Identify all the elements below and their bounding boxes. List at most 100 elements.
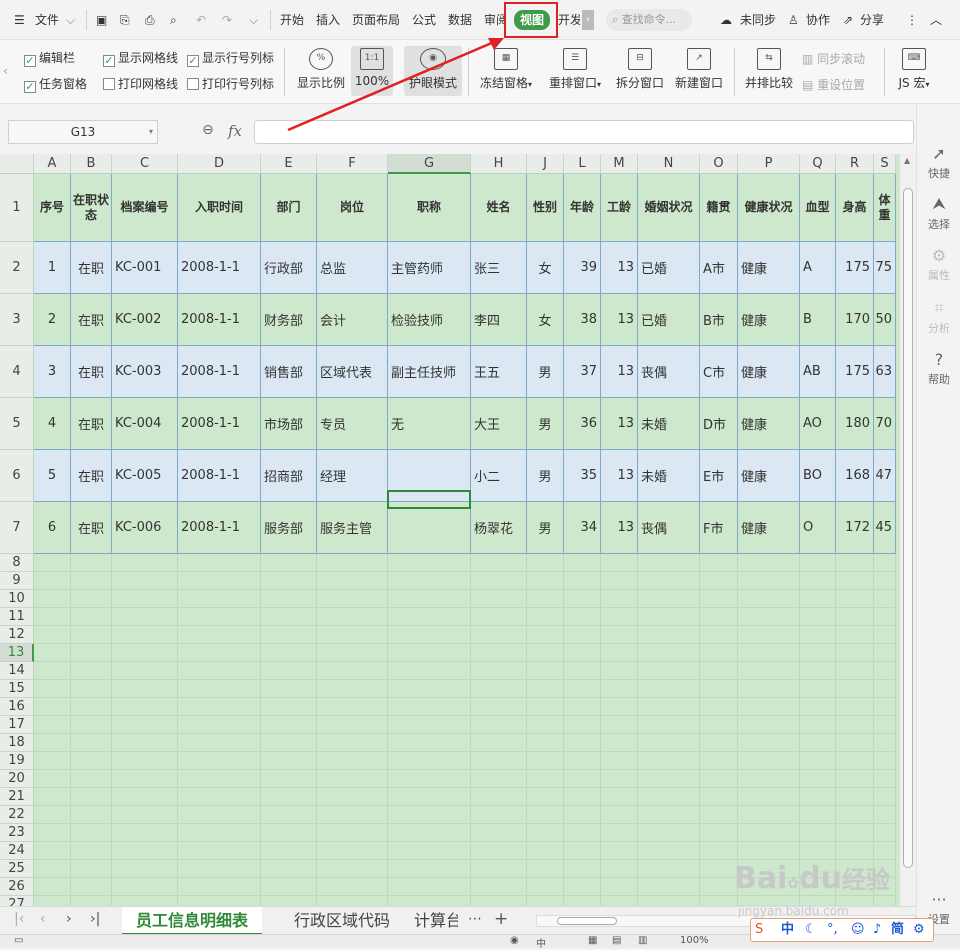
empty-cell[interactable] (700, 608, 738, 626)
empty-cell[interactable] (601, 626, 638, 644)
help-panel-button[interactable]: ? 帮助 (917, 350, 960, 387)
empty-cell[interactable] (874, 680, 896, 698)
empty-cell[interactable] (471, 752, 527, 770)
empty-cell[interactable] (34, 662, 71, 680)
column-header-p[interactable]: P (738, 154, 800, 174)
empty-cell[interactable] (71, 554, 112, 572)
empty-cell[interactable] (34, 572, 71, 590)
empty-cell[interactable] (317, 698, 388, 716)
empty-cell[interactable] (601, 896, 638, 906)
empty-cell[interactable] (836, 590, 874, 608)
empty-cell[interactable] (178, 680, 261, 698)
empty-cell[interactable] (471, 644, 527, 662)
empty-cell[interactable] (874, 716, 896, 734)
table-cell[interactable]: 已婚 (638, 294, 700, 346)
empty-cell[interactable] (388, 590, 471, 608)
empty-cell[interactable] (471, 554, 527, 572)
save-icon[interactable]: ▣ (96, 11, 107, 29)
table-cell[interactable]: 70 (874, 398, 896, 450)
spreadsheet-grid[interactable]: A B C D E F G H J L M N O P Q R S 1 序号 在职状态 档案编号 入职时间 部门 岗位 职称 姓名… (0, 154, 900, 906)
empty-cell[interactable] (317, 644, 388, 662)
emoji-icon[interactable]: ☺ (851, 919, 865, 941)
empty-cell[interactable] (874, 662, 896, 680)
empty-cell[interactable] (388, 806, 471, 824)
empty-cell[interactable] (34, 590, 71, 608)
empty-cell[interactable] (71, 680, 112, 698)
empty-cell[interactable] (564, 824, 601, 842)
empty-cell[interactable] (112, 644, 178, 662)
empty-cell[interactable] (800, 842, 836, 860)
share-icon[interactable]: ⇗ (843, 11, 853, 29)
empty-cell[interactable] (700, 554, 738, 572)
empty-cell[interactable] (638, 734, 700, 752)
empty-cell[interactable] (638, 788, 700, 806)
empty-cell[interactable] (112, 788, 178, 806)
empty-cell[interactable] (317, 662, 388, 680)
empty-cell[interactable] (564, 860, 601, 878)
table-cell[interactable]: 无 (388, 398, 471, 450)
empty-cell[interactable] (800, 680, 836, 698)
row-header[interactable]: 19 (0, 752, 34, 770)
column-header-s[interactable]: S (874, 154, 896, 174)
empty-cell[interactable] (112, 590, 178, 608)
empty-cell[interactable] (388, 608, 471, 626)
tab-review[interactable]: 审阅 (484, 11, 506, 29)
empty-cell[interactable] (178, 896, 261, 906)
row-header[interactable]: 2 (0, 242, 34, 294)
header-cell[interactable]: 婚姻状况 (638, 174, 700, 242)
table-cell[interactable]: 会计 (317, 294, 388, 346)
ribbon-scroll-left-icon[interactable]: ‹ (3, 64, 8, 78)
empty-cell[interactable] (34, 752, 71, 770)
table-cell[interactable]: 健康 (738, 398, 800, 450)
table-cell[interactable]: 在职 (71, 294, 112, 346)
column-header-j[interactable]: J (527, 154, 564, 174)
column-header-r[interactable]: R (836, 154, 874, 174)
column-header-e[interactable]: E (261, 154, 317, 174)
table-cell[interactable]: B市 (700, 294, 738, 346)
empty-cell[interactable] (638, 626, 700, 644)
table-cell[interactable]: 大王 (471, 398, 527, 450)
table-cell[interactable]: 销售部 (261, 346, 317, 398)
ime-toolbar[interactable]: S 中 ☾ °, ☺ ♪ 简 ⚙ (750, 918, 934, 942)
empty-cell[interactable] (261, 590, 317, 608)
freeze-panes-button[interactable]: ▦ 冻结窗格▾ (476, 48, 536, 91)
empty-cell[interactable] (800, 590, 836, 608)
empty-cell[interactable] (317, 716, 388, 734)
empty-cell[interactable] (112, 860, 178, 878)
empty-cell[interactable] (71, 734, 112, 752)
empty-cell[interactable] (471, 590, 527, 608)
empty-cell[interactable] (178, 608, 261, 626)
empty-cell[interactable] (317, 842, 388, 860)
first-sheet-icon[interactable]: |‹ (14, 911, 24, 927)
table-cell[interactable]: 未婚 (638, 398, 700, 450)
tab-developer[interactable]: 开发 (558, 11, 580, 29)
empty-cell[interactable] (700, 572, 738, 590)
empty-cell[interactable] (738, 698, 800, 716)
header-cell[interactable]: 序号 (34, 174, 71, 242)
row-header[interactable]: 7 (0, 502, 34, 554)
next-sheet-icon[interactable]: › (66, 911, 72, 927)
table-cell[interactable]: 男 (527, 502, 564, 554)
empty-cell[interactable] (178, 554, 261, 572)
empty-cell[interactable] (700, 626, 738, 644)
checkbox-print-gridlines[interactable]: 打印网格线 (103, 75, 178, 93)
empty-cell[interactable] (112, 842, 178, 860)
table-cell[interactable]: 王五 (471, 346, 527, 398)
empty-cell[interactable] (564, 590, 601, 608)
table-cell[interactable]: 在职 (71, 502, 112, 554)
column-header-l[interactable]: L (564, 154, 601, 174)
table-cell[interactable]: 小二 (471, 450, 527, 502)
empty-cell[interactable] (178, 644, 261, 662)
empty-cell[interactable] (874, 770, 896, 788)
table-cell[interactable]: 李四 (471, 294, 527, 346)
table-cell[interactable]: 市场部 (261, 398, 317, 450)
empty-cell[interactable] (836, 680, 874, 698)
empty-cell[interactable] (601, 680, 638, 698)
empty-cell[interactable] (601, 662, 638, 680)
table-cell[interactable]: 服务部 (261, 502, 317, 554)
empty-cell[interactable] (471, 878, 527, 896)
empty-cell[interactable] (34, 770, 71, 788)
sheet-tab-calc[interactable]: 计算台 (414, 907, 458, 935)
empty-cell[interactable] (34, 716, 71, 734)
empty-cell[interactable] (700, 770, 738, 788)
